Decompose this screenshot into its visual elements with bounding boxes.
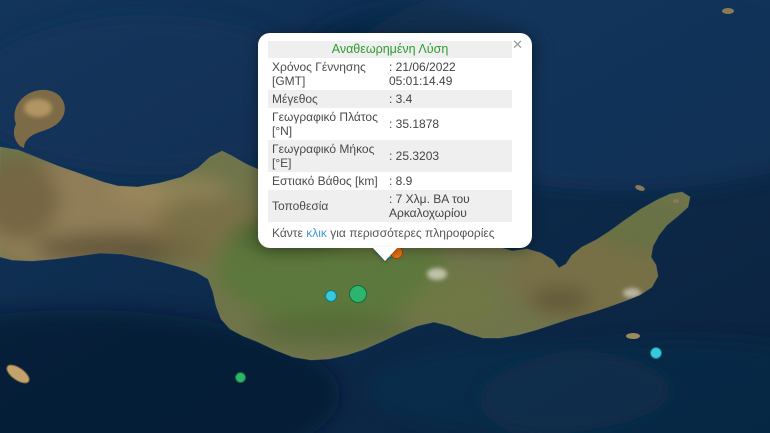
origin-time-label: Χρόνος Γέννησης [GMT] <box>272 60 366 88</box>
longitude-value: : 25.3203 <box>389 149 440 163</box>
row-magnitude: Μέγεθος : 3.4 <box>268 90 512 108</box>
row-origin-time: Χρόνος Γέννησης [GMT] : 21/06/2022 05:01… <box>268 58 512 90</box>
popup-arrow <box>372 247 398 261</box>
more-info-link[interactable]: κλικ <box>306 226 327 240</box>
row-location: Τοποθεσία : 7 Χλμ. ΒΑ του Αρκαλοχωρίου <box>268 190 512 222</box>
location-value: : 7 Χλμ. ΒΑ του Αρκαλοχωρίου <box>389 192 470 220</box>
map-screen: ✕ Αναθεωρημένη Λύση Χρόνος Γέννησης [GMT… <box>0 0 770 433</box>
popup-footer: Κάντε κλικ για περισσότερες πληροφορίες <box>258 222 532 248</box>
quake-marker-green[interactable] <box>235 372 246 383</box>
row-depth: Εστιακό Βάθος [km] : 8.9 <box>268 172 512 190</box>
origin-time-value: : 21/06/2022 05:01:14.49 <box>389 60 456 88</box>
quake-marker-green[interactable] <box>348 284 367 303</box>
location-label: Τοποθεσία <box>272 199 329 213</box>
footer-text-prefix: Κάντε <box>272 226 303 240</box>
quake-info-popup: ✕ Αναθεωρημένη Λύση Χρόνος Γέννησης [GMT… <box>258 33 532 261</box>
footer-text-suffix: για περισσότερες πληροφορίες <box>330 226 495 240</box>
longitude-label: Γεωγραφικό Μήκος [°E] <box>272 142 375 170</box>
depth-label: Εστιακό Βάθος [km] <box>272 174 378 188</box>
magnitude-label: Μέγεθος <box>272 92 318 106</box>
row-latitude: Γεωγραφικό Πλάτος [°N] : 35.1878 <box>268 108 512 140</box>
quake-marker-cyan[interactable] <box>324 289 337 302</box>
popup-title: Αναθεωρημένη Λύση <box>268 41 512 58</box>
popup-table: Αναθεωρημένη Λύση Χρόνος Γέννησης [GMT] … <box>258 33 532 222</box>
row-longitude: Γεωγραφικό Μήκος [°E] : 25.3203 <box>268 140 512 172</box>
latitude-label: Γεωγραφικό Πλάτος [°N] <box>272 110 378 138</box>
quake-marker-cyan[interactable] <box>649 346 662 359</box>
close-icon[interactable]: ✕ <box>512 38 523 51</box>
magnitude-value: : 3.4 <box>389 92 413 106</box>
depth-value: : 8.9 <box>389 174 413 188</box>
latitude-value: : 35.1878 <box>389 117 440 131</box>
